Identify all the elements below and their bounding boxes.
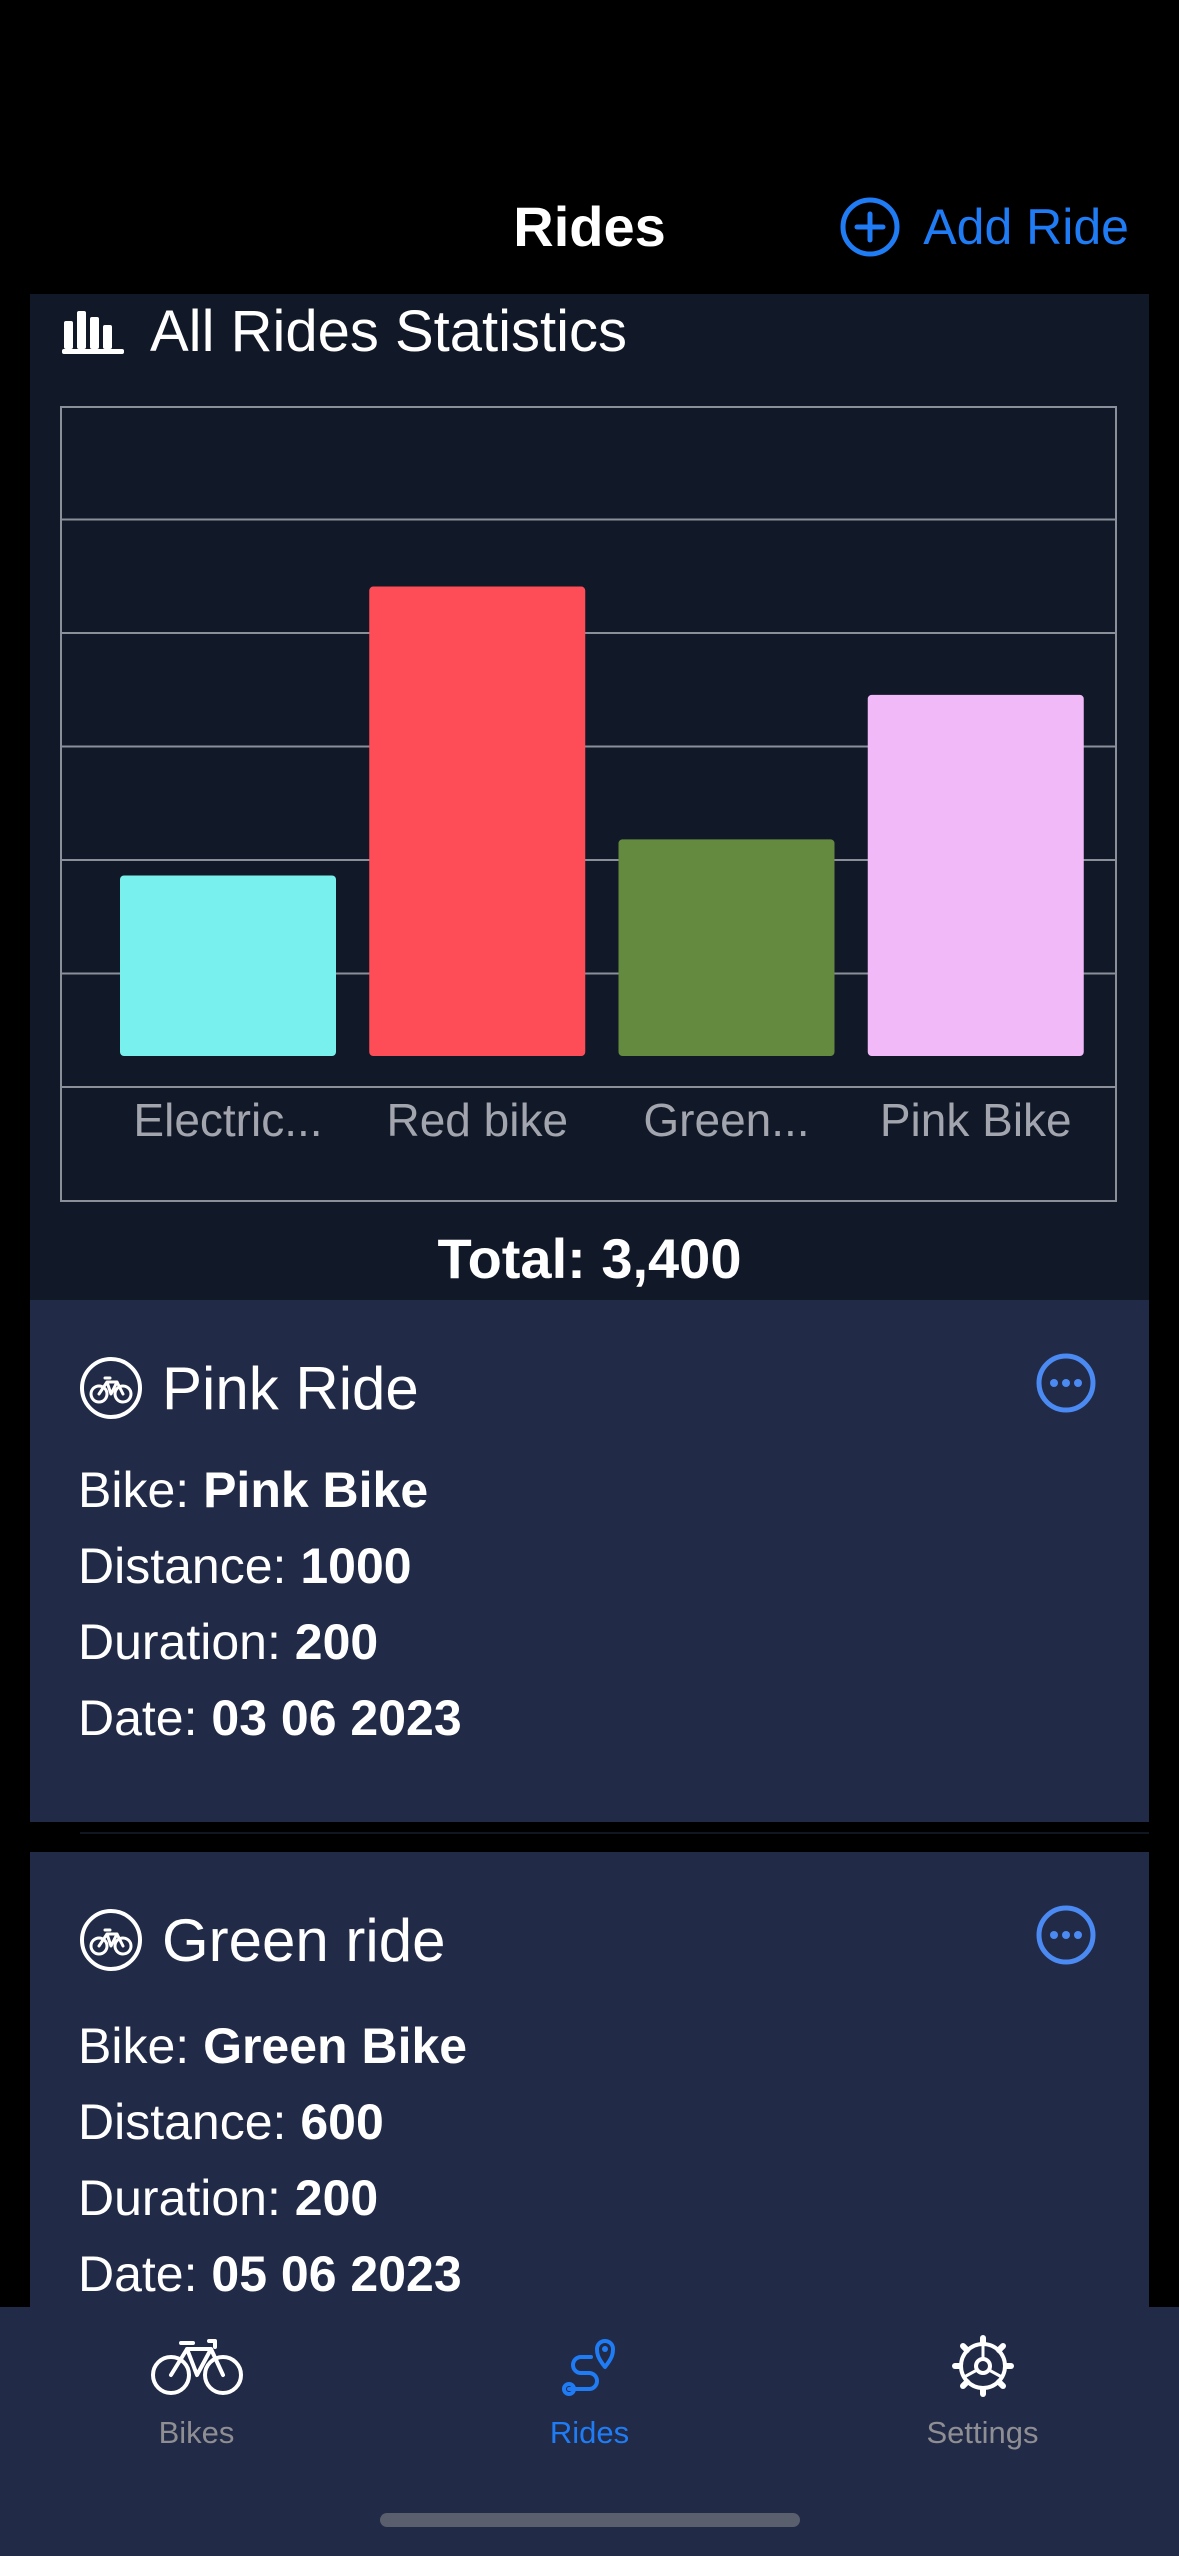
statistics-title: All Rides Statistics (150, 298, 628, 364)
ride-bike-line: Bike: Pink Bike (78, 1460, 428, 1520)
ride-duration-line: Duration: 200 (78, 2168, 378, 2228)
ride-duration-line: Duration: 200 (78, 1612, 378, 1672)
distance-label: Distance: (78, 2094, 287, 2150)
more-options-icon[interactable] (1035, 1352, 1097, 1414)
ride-title: Pink Ride (162, 1354, 419, 1422)
tab-settings[interactable]: Settings (786, 2307, 1179, 2457)
statistics-panel: All Rides Statistics Electric... Red bike… (30, 294, 1149, 1300)
bike-value: Green Bike (203, 2018, 468, 2074)
ride-date-line: Date: 05 06 2023 (78, 2244, 462, 2304)
duration-value: 200 (294, 1614, 379, 1670)
chart-category-label: Red bike (386, 1094, 568, 1146)
chart-category-label: Pink Bike (880, 1094, 1072, 1146)
ride-distance-line: Distance: 1000 (78, 1536, 412, 1596)
distance-value: 600 (300, 2094, 384, 2150)
tab-rides[interactable]: Rides (393, 2307, 786, 2457)
duration-value: 200 (294, 2170, 379, 2226)
navigation-bar: Rides Add Ride (0, 0, 1179, 294)
rides-bar-chart: Electric... Red bike Green... Pink Bike (60, 406, 1117, 1202)
date-value: 03 06 2023 (211, 1690, 462, 1746)
date-label: Date: (78, 1690, 198, 1746)
ride-date-line: Date: 03 06 2023 (78, 1688, 462, 1748)
ride-title-row: Pink Ride (78, 1348, 419, 1428)
date-label: Date: (78, 2246, 198, 2302)
ride-title-row: Green ride (78, 1900, 445, 1980)
plus-circle-icon (840, 197, 900, 257)
gear-icon (951, 2335, 1014, 2397)
chart-bar (867, 694, 1084, 1056)
bicycle-circle-icon (80, 1909, 142, 1971)
chart-bar (120, 875, 336, 1056)
more-options-icon[interactable] (1035, 1904, 1097, 1966)
chart-category-label: Electric... (133, 1094, 322, 1146)
chart-bar (618, 839, 835, 1056)
ride-distance-line: Distance: 600 (78, 2092, 384, 2152)
add-ride-button[interactable]: Add Ride (839, 192, 1129, 262)
rides-total: Total: 3,400 (437, 1227, 742, 1290)
route-icon (561, 2339, 615, 2396)
bike-value: Pink Bike (203, 1462, 429, 1518)
ride-card[interactable]: Pink Ride Bike: Pink Bike Distance: 1000… (30, 1300, 1149, 1822)
tab-bikes[interactable]: Bikes (0, 2307, 393, 2457)
add-ride-label: Add Ride (923, 199, 1129, 255)
chart-category-label: Green... (643, 1094, 809, 1146)
duration-label: Duration: (78, 2170, 281, 2226)
statistics-header: All Rides Statistics (62, 294, 627, 368)
home-indicator (380, 2513, 800, 2527)
chart-bar (369, 586, 586, 1056)
tab-bikes-label: Bikes (158, 2415, 235, 2450)
bar-chart-icon (62, 311, 124, 354)
tab-settings-label: Settings (926, 2415, 1039, 2450)
tab-rides-label: Rides (549, 2415, 630, 2450)
ride-card[interactable]: Green ride Bike: Green Bike Distance: 60… (30, 1852, 1149, 2312)
distance-label: Distance: (78, 1538, 287, 1594)
date-value: 05 06 2023 (211, 2246, 462, 2302)
ride-title: Green ride (162, 1906, 446, 1974)
duration-label: Duration: (78, 1614, 281, 1670)
distance-value: 1000 (300, 1538, 412, 1594)
bicycle-icon (150, 2339, 243, 2395)
ride-bike-line: Bike: Green Bike (78, 2016, 467, 2076)
bicycle-circle-icon (80, 1357, 142, 1419)
divider (80, 1832, 1149, 1834)
bike-label: Bike: (78, 2018, 190, 2074)
bike-label: Bike: (78, 1462, 190, 1518)
